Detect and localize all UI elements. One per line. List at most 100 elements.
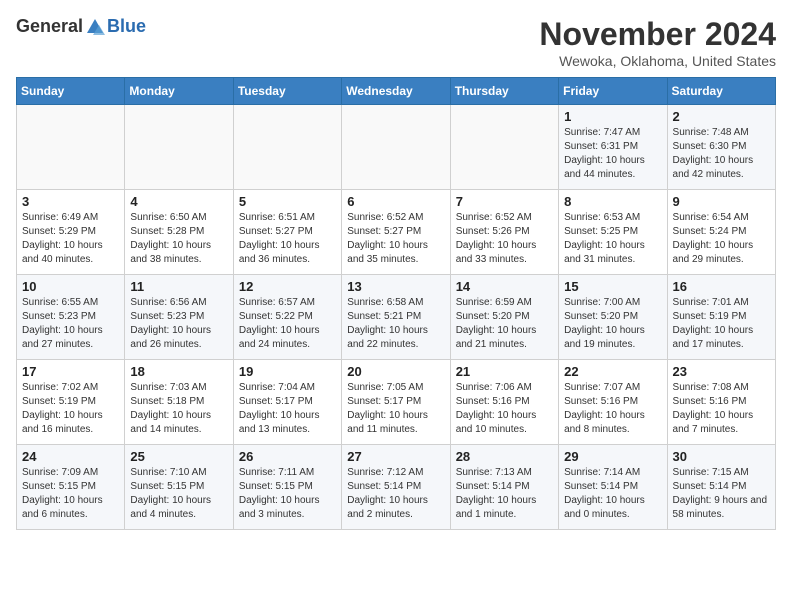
calendar-day-cell: 24 Sunrise: 7:09 AM Sunset: 5:15 PM Dayli… <box>17 445 125 530</box>
day-info: Sunrise: 6:51 AM Sunset: 5:27 PM Dayligh… <box>239 211 336 267</box>
logo-icon <box>85 17 105 37</box>
calendar-day-cell: 19Sunrise: 7:04 AM Sunset: 5:17 PM Dayli… <box>233 360 341 445</box>
day-number: 27 <box>347 449 444 464</box>
day-info: Sunrise: 6:52 AM Sunset: 5:27 PM Dayligh… <box>347 211 444 267</box>
day-info: Sunrise: 6:54 AM Sunset: 5:24 PM Dayligh… <box>673 211 770 267</box>
day-info: Sunrise: 7:00 AM Sunset: 5:20 PM Dayligh… <box>564 296 661 352</box>
weekday-header-wednesday: Wednesday <box>342 78 450 105</box>
weekday-header-saturday: Saturday <box>667 78 775 105</box>
day-number: 16 <box>673 279 770 294</box>
calendar-day-cell: 1 Sunrise: 7:47 AM Sunset: 6:31 PM Daylig… <box>559 105 667 190</box>
day-info: Sunrise: 6:59 AM Sunset: 5:20 PM Dayligh… <box>456 296 553 352</box>
calendar-day-cell: 4Sunrise: 6:50 AM Sunset: 5:28 PM Daylig… <box>125 190 233 275</box>
day-info: Sunrise: 7:06 AM Sunset: 5:16 PM Dayligh… <box>456 381 553 437</box>
logo-general: General <box>16 16 83 37</box>
day-number: 6 <box>347 194 444 209</box>
calendar-day-cell: 3 Sunrise: 6:49 AM Sunset: 5:29 PM Daylig… <box>17 190 125 275</box>
day-number: 25 <box>130 449 227 464</box>
day-info: Sunrise: 7:47 AM Sunset: 6:31 PM Dayligh… <box>564 126 661 182</box>
calendar-week-row: 24 Sunrise: 7:09 AM Sunset: 5:15 PM Dayli… <box>17 445 776 530</box>
calendar-day-cell <box>342 105 450 190</box>
calendar-day-cell: 16 Sunrise: 7:01 AM Sunset: 5:19 PM Dayli… <box>667 275 775 360</box>
title-section: November 2024 Wewoka, Oklahoma, United S… <box>539 16 776 69</box>
day-number: 17 <box>22 364 119 379</box>
calendar-day-cell: 12 Sunrise: 6:57 AM Sunset: 5:22 PM Dayli… <box>233 275 341 360</box>
calendar-day-cell: 5 Sunrise: 6:51 AM Sunset: 5:27 PM Daylig… <box>233 190 341 275</box>
day-number: 11 <box>130 279 227 294</box>
day-number: 20 <box>347 364 444 379</box>
calendar-day-cell: 15 Sunrise: 7:00 AM Sunset: 5:20 PM Dayli… <box>559 275 667 360</box>
day-info: Sunrise: 7:03 AM Sunset: 5:18 PM Dayligh… <box>130 381 227 437</box>
calendar-day-cell: 22 Sunrise: 7:07 AM Sunset: 5:16 PM Dayli… <box>559 360 667 445</box>
day-number: 29 <box>564 449 661 464</box>
day-info: Sunrise: 7:15 AM Sunset: 5:14 PM Dayligh… <box>673 466 770 522</box>
calendar-day-cell: 20 Sunrise: 7:05 AM Sunset: 5:17 PM Dayli… <box>342 360 450 445</box>
day-number: 22 <box>564 364 661 379</box>
weekday-header-sunday: Sunday <box>17 78 125 105</box>
day-info: Sunrise: 7:02 AM Sunset: 5:19 PM Dayligh… <box>22 381 119 437</box>
day-number: 3 <box>22 194 119 209</box>
day-info: Sunrise: 6:49 AM Sunset: 5:29 PM Dayligh… <box>22 211 119 267</box>
day-number: 7 <box>456 194 553 209</box>
day-info: Sunrise: 6:52 AM Sunset: 5:26 PM Dayligh… <box>456 211 553 267</box>
day-info: Sunrise: 7:48 AM Sunset: 6:30 PM Dayligh… <box>673 126 770 182</box>
weekday-header-friday: Friday <box>559 78 667 105</box>
calendar-week-row: 3 Sunrise: 6:49 AM Sunset: 5:29 PM Daylig… <box>17 190 776 275</box>
calendar-day-cell: 10 Sunrise: 6:55 AM Sunset: 5:23 PM Dayli… <box>17 275 125 360</box>
day-info: Sunrise: 7:12 AM Sunset: 5:14 PM Dayligh… <box>347 466 444 522</box>
day-info: Sunrise: 7:14 AM Sunset: 5:14 PM Dayligh… <box>564 466 661 522</box>
day-number: 15 <box>564 279 661 294</box>
calendar-day-cell <box>450 105 558 190</box>
day-number: 18 <box>130 364 227 379</box>
weekday-header-monday: Monday <box>125 78 233 105</box>
day-info: Sunrise: 7:07 AM Sunset: 5:16 PM Dayligh… <box>564 381 661 437</box>
day-info: Sunrise: 6:53 AM Sunset: 5:25 PM Dayligh… <box>564 211 661 267</box>
day-info: Sunrise: 6:57 AM Sunset: 5:22 PM Dayligh… <box>239 296 336 352</box>
day-number: 10 <box>22 279 119 294</box>
calendar-day-cell: 18 Sunrise: 7:03 AM Sunset: 5:18 PM Dayli… <box>125 360 233 445</box>
day-number: 26 <box>239 449 336 464</box>
day-number: 14 <box>456 279 553 294</box>
calendar-day-cell: 29 Sunrise: 7:14 AM Sunset: 5:14 PM Dayli… <box>559 445 667 530</box>
day-number: 24 <box>22 449 119 464</box>
calendar-day-cell: 30 Sunrise: 7:15 AM Sunset: 5:14 PM Dayli… <box>667 445 775 530</box>
calendar-day-cell <box>17 105 125 190</box>
day-info: Sunrise: 6:50 AM Sunset: 5:28 PM Dayligh… <box>130 211 227 267</box>
calendar-week-row: 1 Sunrise: 7:47 AM Sunset: 6:31 PM Daylig… <box>17 105 776 190</box>
calendar: SundayMondayTuesdayWednesdayThursdayFrid… <box>16 77 776 530</box>
calendar-day-cell: 28Sunrise: 7:13 AM Sunset: 5:14 PM Dayli… <box>450 445 558 530</box>
day-number: 9 <box>673 194 770 209</box>
day-number: 23 <box>673 364 770 379</box>
calendar-day-cell: 8 Sunrise: 6:53 AM Sunset: 5:25 PM Daylig… <box>559 190 667 275</box>
calendar-day-cell: 9 Sunrise: 6:54 AM Sunset: 5:24 PM Daylig… <box>667 190 775 275</box>
header: General Blue November 2024 Wewoka, Oklah… <box>16 16 776 69</box>
calendar-day-cell: 26Sunrise: 7:11 AM Sunset: 5:15 PM Dayli… <box>233 445 341 530</box>
weekday-header-tuesday: Tuesday <box>233 78 341 105</box>
day-number: 8 <box>564 194 661 209</box>
calendar-day-cell: 6 Sunrise: 6:52 AM Sunset: 5:27 PM Daylig… <box>342 190 450 275</box>
day-number: 12 <box>239 279 336 294</box>
location: Wewoka, Oklahoma, United States <box>539 53 776 69</box>
weekday-header-row: SundayMondayTuesdayWednesdayThursdayFrid… <box>17 78 776 105</box>
calendar-day-cell <box>125 105 233 190</box>
calendar-day-cell: 13Sunrise: 6:58 AM Sunset: 5:21 PM Dayli… <box>342 275 450 360</box>
day-info: Sunrise: 6:55 AM Sunset: 5:23 PM Dayligh… <box>22 296 119 352</box>
day-number: 2 <box>673 109 770 124</box>
calendar-day-cell: 7 Sunrise: 6:52 AM Sunset: 5:26 PM Daylig… <box>450 190 558 275</box>
day-number: 21 <box>456 364 553 379</box>
day-info: Sunrise: 7:09 AM Sunset: 5:15 PM Dayligh… <box>22 466 119 522</box>
day-number: 13 <box>347 279 444 294</box>
day-info: Sunrise: 7:05 AM Sunset: 5:17 PM Dayligh… <box>347 381 444 437</box>
calendar-day-cell <box>233 105 341 190</box>
day-number: 5 <box>239 194 336 209</box>
month-title: November 2024 <box>539 16 776 53</box>
calendar-day-cell: 23 Sunrise: 7:08 AM Sunset: 5:16 PM Dayli… <box>667 360 775 445</box>
day-number: 1 <box>564 109 661 124</box>
day-number: 30 <box>673 449 770 464</box>
day-info: Sunrise: 7:08 AM Sunset: 5:16 PM Dayligh… <box>673 381 770 437</box>
day-info: Sunrise: 7:01 AM Sunset: 5:19 PM Dayligh… <box>673 296 770 352</box>
calendar-week-row: 10 Sunrise: 6:55 AM Sunset: 5:23 PM Dayli… <box>17 275 776 360</box>
calendar-day-cell: 21 Sunrise: 7:06 AM Sunset: 5:16 PM Dayli… <box>450 360 558 445</box>
day-info: Sunrise: 6:56 AM Sunset: 5:23 PM Dayligh… <box>130 296 227 352</box>
day-number: 28 <box>456 449 553 464</box>
